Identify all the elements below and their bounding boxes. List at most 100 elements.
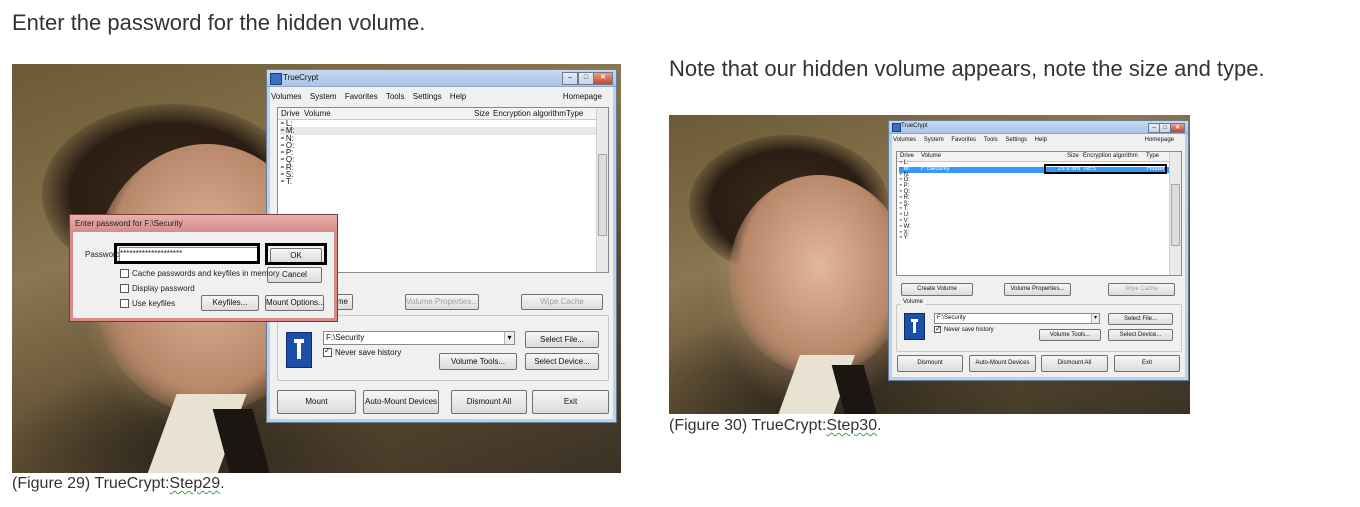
menu-bar: Volumes System Favorites Tools Settings … bbox=[893, 137, 1184, 146]
checkbox-box[interactable] bbox=[934, 324, 942, 333]
drive-row[interactable]: T: bbox=[280, 178, 596, 186]
drive-row[interactable]: R: bbox=[280, 163, 596, 171]
drive-row[interactable]: L: bbox=[280, 119, 596, 127]
drive-list[interactable]: Drive Volume Size Encryption algorithm T… bbox=[896, 151, 1182, 276]
menu-favorites[interactable]: Favorites bbox=[345, 92, 378, 101]
drive-row[interactable]: P: bbox=[280, 149, 596, 157]
figure-29-screenshot: TrueCrypt ‒ □ ✕ Volumes System Favorites… bbox=[12, 64, 621, 473]
use-keyfiles-checkbox[interactable]: Use keyfiles bbox=[120, 299, 175, 309]
dismount-button[interactable]: Dismount bbox=[897, 355, 963, 372]
dismount-all-button[interactable]: Dismount All bbox=[1041, 355, 1108, 372]
drive-list-scrollbar[interactable] bbox=[596, 108, 608, 272]
menu-settings[interactable]: Settings bbox=[413, 92, 442, 101]
drive-row[interactable]: Q: bbox=[280, 156, 596, 164]
select-device-button[interactable]: Select Device... bbox=[525, 353, 599, 370]
col-type[interactable]: Type bbox=[1146, 153, 1159, 159]
menu-help[interactable]: Help bbox=[1035, 137, 1047, 143]
scrollbar-thumb[interactable] bbox=[598, 154, 607, 236]
menu-tools[interactable]: Tools bbox=[984, 137, 998, 143]
drive-list-scrollbar[interactable] bbox=[1169, 152, 1181, 275]
menu-homepage[interactable]: Homepage bbox=[563, 92, 602, 101]
close-button[interactable]: ✕ bbox=[1170, 123, 1185, 133]
never-save-history-checkbox[interactable]: Never save history bbox=[323, 346, 401, 358]
window-title: TrueCrypt bbox=[901, 123, 928, 129]
menu-volumes[interactable]: Volumes bbox=[271, 92, 302, 101]
col-encryption[interactable]: Encryption algorithm bbox=[493, 109, 566, 118]
figure-30-caption: (Figure 30) TrueCrypt:Step30. bbox=[669, 417, 882, 435]
exit-button[interactable]: Exit bbox=[532, 390, 609, 414]
menu-homepage[interactable]: Homepage bbox=[1145, 137, 1174, 143]
volume-tools-button[interactable]: Volume Tools... bbox=[1039, 329, 1101, 341]
wipe-cache-button[interactable]: Wipe Cache bbox=[1108, 283, 1175, 296]
caption-suffix: . bbox=[220, 475, 225, 492]
menu-favorites[interactable]: Favorites bbox=[951, 137, 976, 143]
checkbox-box[interactable] bbox=[120, 299, 129, 309]
volume-path-combo[interactable]: F:\Security ▾ bbox=[934, 313, 1100, 324]
close-button[interactable]: ✕ bbox=[593, 72, 613, 85]
dismount-all-button[interactable]: Dismount All bbox=[451, 390, 527, 414]
background-tie bbox=[831, 365, 879, 414]
drive-row[interactable]: N: bbox=[280, 134, 596, 142]
cache-passwords-checkbox[interactable]: Cache passwords and keyfiles in memory bbox=[120, 269, 280, 279]
drive-letter: Y: bbox=[899, 235, 909, 242]
volume-path-value: F:\Security bbox=[937, 315, 966, 321]
auto-mount-button[interactable]: Auto-Mount Devices bbox=[969, 355, 1036, 372]
display-password-checkbox[interactable]: Display password bbox=[120, 284, 195, 294]
auto-mount-button[interactable]: Auto-Mount Devices bbox=[363, 390, 439, 414]
create-volume-button[interactable]: Create Volume bbox=[901, 283, 973, 296]
drive-row[interactable]: M: bbox=[280, 127, 596, 135]
truecrypt-window: TrueCrypt ‒ □ ✕ Volumes System Favorites… bbox=[888, 120, 1189, 381]
volume-group-label: Volume bbox=[901, 299, 926, 305]
drive-row[interactable]: Y: bbox=[899, 235, 1169, 242]
col-encryption[interactable]: Encryption algorithm bbox=[1083, 153, 1138, 159]
scrollbar-thumb[interactable] bbox=[1171, 184, 1180, 246]
chevron-down-icon[interactable]: ▾ bbox=[1091, 314, 1099, 323]
caption-suffix: . bbox=[877, 417, 882, 434]
wipe-cache-button[interactable]: Wipe Cache bbox=[521, 294, 603, 310]
volume-tools-button[interactable]: Volume Tools... bbox=[439, 353, 517, 370]
volume-properties-button[interactable]: Volume Properties... bbox=[405, 294, 479, 310]
volume-path-combo[interactable]: F:\Security ▾ bbox=[323, 331, 515, 345]
keyfiles-button[interactable]: Keyfiles... bbox=[201, 295, 259, 311]
window-titlebar: TrueCrypt ‒ □ ✕ bbox=[267, 70, 616, 87]
maximize-button[interactable]: □ bbox=[578, 72, 594, 85]
caption-step-link: Step30 bbox=[826, 417, 878, 434]
col-size[interactable]: Size bbox=[474, 109, 490, 118]
mount-options-button[interactable]: Mount Options... bbox=[265, 295, 325, 311]
truecrypt-logo bbox=[286, 332, 312, 368]
display-password-label: Display password bbox=[132, 284, 195, 293]
menu-settings[interactable]: Settings bbox=[1005, 137, 1027, 143]
never-save-history-checkbox[interactable]: Never save history bbox=[934, 324, 994, 333]
drive-row[interactable]: S: bbox=[280, 170, 596, 178]
col-drive[interactable]: Drive bbox=[281, 109, 300, 118]
mount-button[interactable]: Mount bbox=[277, 390, 356, 414]
col-size[interactable]: Size bbox=[1067, 153, 1079, 159]
select-file-button[interactable]: Select File... bbox=[1108, 313, 1173, 325]
checkbox-box[interactable] bbox=[323, 346, 332, 358]
menu-volumes[interactable]: Volumes bbox=[893, 137, 916, 143]
volume-properties-button[interactable]: Volume Properties... bbox=[1004, 283, 1071, 296]
col-drive[interactable]: Drive bbox=[900, 153, 914, 159]
truecrypt-icon bbox=[892, 123, 901, 132]
col-volume[interactable]: Volume bbox=[921, 153, 941, 159]
checkbox-box[interactable] bbox=[120, 284, 129, 294]
menu-system[interactable]: System bbox=[310, 92, 337, 101]
menu-help[interactable]: Help bbox=[450, 92, 466, 101]
menu-system[interactable]: System bbox=[924, 137, 944, 143]
chevron-down-icon[interactable]: ▾ bbox=[504, 332, 514, 344]
checkbox-box[interactable] bbox=[120, 269, 129, 279]
caption-prefix: (Figure 29) TrueCrypt: bbox=[12, 475, 170, 492]
window-titlebar: TrueCrypt ‒ □ ✕ bbox=[889, 121, 1188, 134]
dialog-title: Enter password for F:\Security bbox=[75, 219, 183, 228]
minimize-button[interactable]: ‒ bbox=[562, 72, 578, 85]
ok-highlight-box bbox=[265, 243, 327, 265]
col-type[interactable]: Type bbox=[566, 109, 583, 118]
col-volume[interactable]: Volume bbox=[304, 109, 331, 118]
select-file-button[interactable]: Select File... bbox=[525, 331, 599, 348]
caption-step-link: Step29 bbox=[169, 475, 221, 492]
select-device-button[interactable]: Select Device... bbox=[1108, 329, 1173, 341]
drive-row[interactable]: O: bbox=[280, 141, 596, 149]
drive-list-header: Drive Volume Size Encryption algorithm T… bbox=[278, 108, 596, 120]
exit-button[interactable]: Exit bbox=[1114, 355, 1180, 372]
menu-tools[interactable]: Tools bbox=[386, 92, 405, 101]
